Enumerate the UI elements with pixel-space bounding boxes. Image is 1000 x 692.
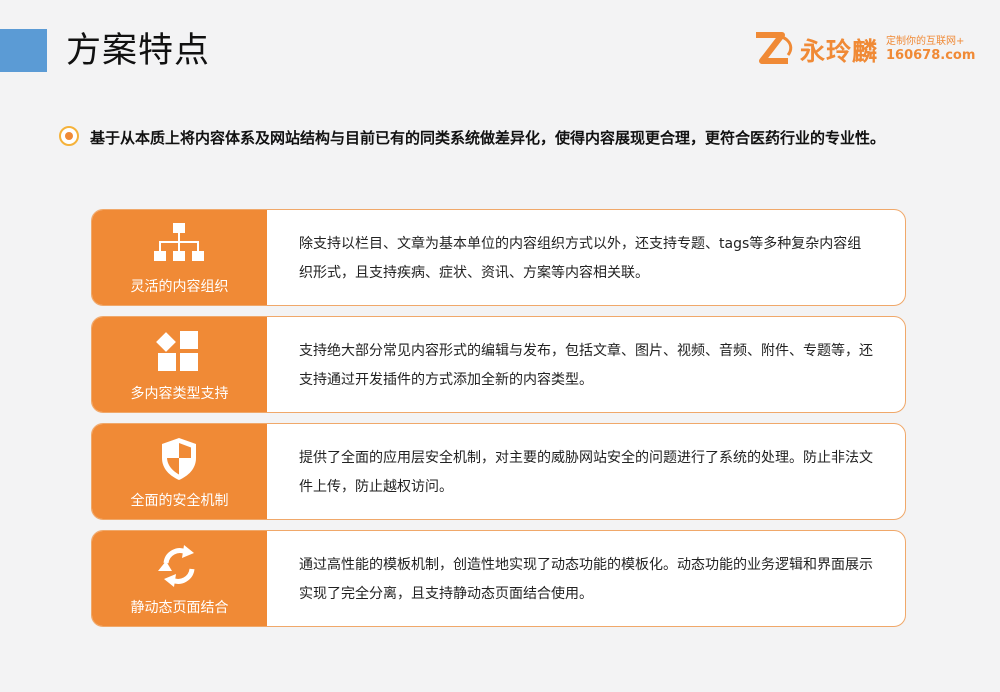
feature-description: 通过高性能的模板机制，创造性地实现了动态功能的模板化。动态功能的业务逻辑和界面展…	[299, 557, 873, 602]
content-types-icon	[156, 331, 198, 371]
brand-logo: 永玲麟 定制你的互联网+ 160678.com	[752, 28, 982, 68]
feature-card-content-types: 多内容类型支持 支持绝大部分常见内容形式的编辑与发布，包括文章、图片、视频、音频…	[91, 316, 906, 413]
feature-card-security: 全面的安全机制 提供了全面的应用层安全机制，对主要的威胁网站安全的问题进行了系统…	[91, 423, 906, 520]
feature-description: 提供了全面的应用层安全机制，对主要的威胁网站安全的问题进行了系统的处理。防止非法…	[299, 450, 873, 495]
org-chart-icon	[154, 223, 204, 261]
feature-label: 静动态页面结合	[130, 600, 229, 616]
shield-icon	[162, 438, 196, 480]
feature-description: 支持绝大部分常见内容形式的编辑与发布，包括文章、图片、视频、音频、附件、专题等，…	[299, 343, 873, 388]
logo-domain: 160678.com	[886, 48, 976, 63]
page-title: 方案特点	[66, 31, 211, 71]
logo-tagline: 定制你的互联网+	[886, 36, 965, 47]
feature-label: 灵活的内容组织	[130, 279, 229, 295]
feature-side-panel: 静动态页面结合	[92, 531, 267, 626]
feature-description: 除支持以栏目、文章为基本单位的内容组织方式以外，还支持专题、tags等多种复杂内…	[299, 236, 862, 281]
feature-card-static-dynamic: 静动态页面结合 通过高性能的模板机制，创造性地实现了动态功能的模板化。动态功能的…	[91, 530, 906, 627]
feature-side-panel: 全面的安全机制	[92, 424, 267, 519]
feature-side-panel: 灵活的内容组织	[92, 210, 267, 305]
intro-text: 基于从本质上将内容体系及网站结构与目前已有的同类系统做差异化，使得内容展现更合理…	[90, 129, 886, 147]
header-accent-bar	[0, 29, 47, 72]
logo-mark-icon	[756, 32, 793, 64]
feature-side-panel: 多内容类型支持	[92, 317, 267, 412]
bullet-icon	[59, 126, 79, 146]
feature-card-content-organization: 灵活的内容组织 除支持以栏目、文章为基本单位的内容组织方式以外，还支持专题、ta…	[91, 209, 906, 306]
logo-name: 永玲麟	[800, 37, 879, 66]
feature-label: 多内容类型支持	[130, 386, 229, 402]
refresh-cycle-icon	[158, 545, 195, 587]
feature-label: 全面的安全机制	[130, 493, 229, 509]
